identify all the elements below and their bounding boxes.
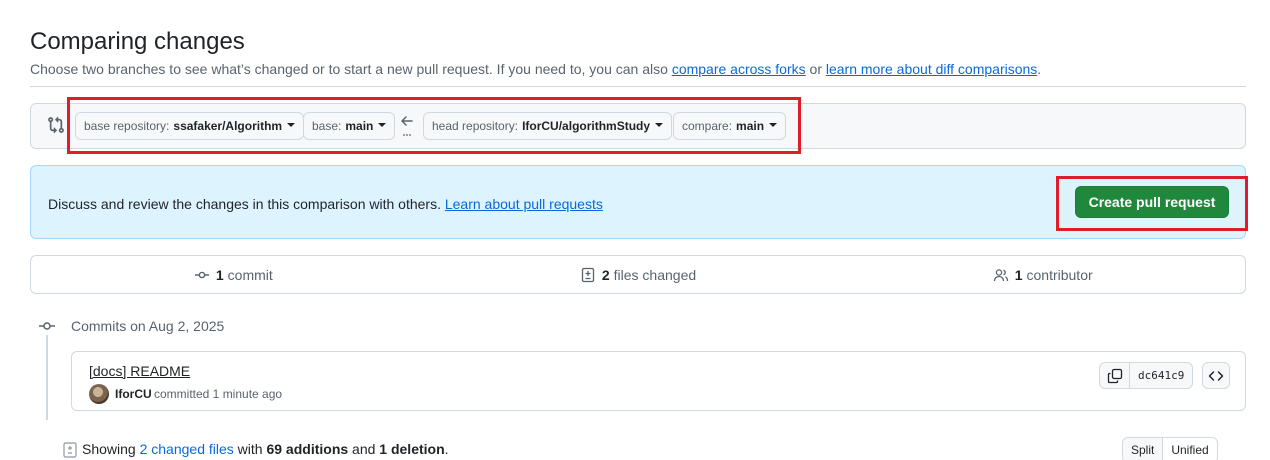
comparison-summary: 1 commit 2 files changed 1 contributor (30, 255, 1246, 294)
avatar[interactable] (89, 384, 109, 404)
base-repository-select[interactable]: base repository: ssafaker/Algorithm (75, 112, 305, 140)
file-diff-icon (63, 442, 77, 458)
summary-contributors[interactable]: 1 contributor (840, 256, 1245, 293)
commits-count: 1 (215, 266, 224, 283)
subtitle-text: Choose two branches to see what’s change… (30, 61, 668, 77)
commit-sha-link[interactable]: dc641c9 (1130, 363, 1192, 388)
learn-diff-comparisons-link[interactable]: learn more about diff comparisons (826, 61, 1037, 77)
commit-author[interactable]: IforCU (115, 387, 152, 401)
commits-label: commit (227, 266, 273, 283)
commit-time: committed 1 minute ago (154, 387, 283, 401)
chevron-down-icon (769, 123, 778, 127)
contributors-label: contributor (1026, 266, 1093, 283)
page-subtitle: Choose two branches to see what’s change… (30, 61, 1041, 77)
create-pull-request-button[interactable]: Create pull request (1075, 186, 1229, 218)
base-branch-value: main (345, 119, 374, 133)
toc-end: . (444, 441, 449, 457)
summary-files-changed[interactable]: 2 files changed (436, 256, 841, 293)
split-view-button[interactable]: Split (1123, 438, 1163, 460)
code-icon (1208, 370, 1224, 381)
base-branch-label: base: (312, 119, 342, 133)
discuss-banner: Discuss and review the changes in this c… (30, 165, 1246, 239)
compare-branch-label: compare: (682, 119, 733, 133)
subtitle-or: or (809, 61, 822, 77)
compare-branch-value: main (736, 119, 765, 133)
files-count: 2 (601, 266, 610, 283)
file-diff-icon (581, 267, 594, 282)
changed-files-toggle[interactable]: 2 changed files (140, 441, 234, 457)
copy-sha-button[interactable] (1100, 363, 1130, 388)
browse-repository-button[interactable] (1202, 362, 1230, 389)
base-branch-select[interactable]: base: main (303, 112, 396, 140)
additions-count: 69 additions (266, 441, 349, 457)
git-commit-icon (194, 271, 209, 278)
chevron-down-icon (287, 123, 296, 127)
git-commit-icon (38, 317, 56, 335)
chevron-down-icon (378, 123, 387, 127)
commit-message-link[interactable]: [docs] README (89, 363, 190, 379)
compare-across-forks-link[interactable]: compare across forks (672, 61, 806, 77)
summary-commits[interactable]: 1 commit (31, 256, 436, 293)
page-title: Comparing changes (30, 28, 245, 55)
files-label: files changed (613, 266, 697, 283)
diff-view-toggle: Split Unified (1122, 437, 1218, 460)
toc-showing: Showing (82, 441, 136, 457)
compare-branch-select[interactable]: compare: main (673, 112, 787, 140)
chevron-down-icon (655, 123, 664, 127)
contributors-count: 1 (1014, 266, 1023, 283)
head-repository-label: head repository: (432, 119, 519, 133)
subtitle-end: . (1037, 61, 1042, 77)
head-repository-select[interactable]: head repository: IforCU/algorithmStudy (423, 112, 673, 140)
diff-summary: Showing 2 changed files with 69 addition… (82, 441, 449, 457)
toc-with: with (237, 441, 263, 457)
header-divider (30, 86, 1246, 87)
copy-icon (1107, 368, 1122, 383)
learn-pull-requests-link[interactable]: Learn about pull requests (445, 196, 603, 212)
banner-message: Discuss and review the changes in this c… (48, 196, 441, 212)
toc-and: and (352, 441, 376, 457)
commit-sha-group: dc641c9 (1099, 362, 1194, 389)
deletions-count: 1 deletion (379, 441, 445, 457)
people-icon (993, 268, 1008, 281)
unified-view-button[interactable]: Unified (1162, 438, 1217, 460)
commits-date-heading: Commits on Aug 2, 2025 (71, 318, 225, 334)
commit-list-item: [docs] README IforCU committed 1 minute … (71, 351, 1246, 411)
head-repository-value: IforCU/algorithmStudy (522, 119, 651, 133)
banner-text: Discuss and review the changes in this c… (48, 196, 603, 212)
arrow-left-icon (401, 116, 413, 136)
base-repository-label: base repository: (84, 119, 170, 133)
range-editor: base repository: ssafaker/Algorithm base… (30, 103, 1246, 149)
base-repository-value: ssafaker/Algorithm (173, 119, 283, 133)
git-compare-icon (48, 116, 64, 134)
